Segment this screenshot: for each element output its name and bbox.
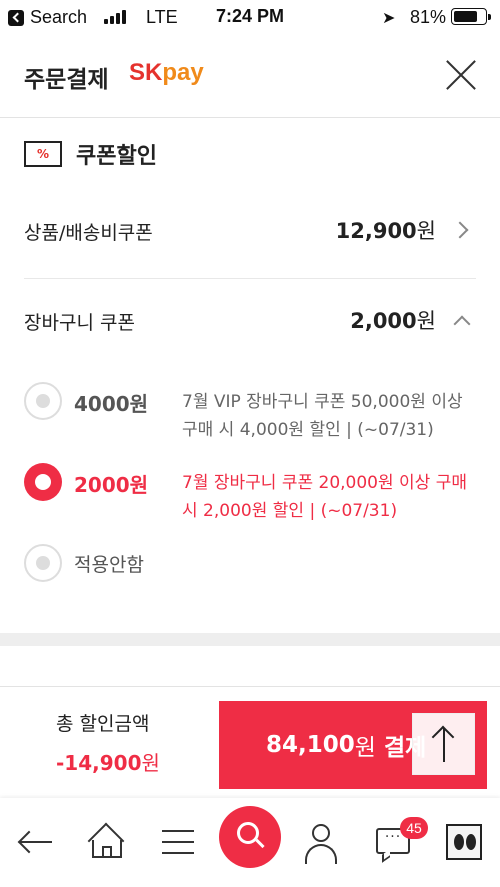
coupon-option-none-label: 적용안함 [74, 554, 144, 576]
product-shipping-coupon-label: 상품/배송비쿠폰 [24, 222, 153, 244]
total-discount-label: 총 할인금액 [56, 713, 150, 735]
payment-bar: 총 할인금액 -14,900원 84,100 원 결제 [0, 686, 500, 798]
coupon-section-title: 쿠폰할인 [76, 144, 157, 169]
battery-icon [451, 8, 491, 25]
radio-button-selected[interactable] [24, 463, 62, 501]
clock: 7:24 PM [216, 6, 285, 26]
chevron-right-icon [451, 221, 469, 239]
total-discount-amount: -14,900원 [56, 751, 160, 775]
section-separator [0, 633, 500, 646]
coupon-percent-icon: % [24, 141, 62, 167]
back-to-app[interactable]: Search [8, 7, 87, 28]
chat-badge: 45 [400, 817, 428, 839]
chevron-up-icon [453, 315, 471, 333]
menu-icon[interactable] [160, 818, 196, 866]
coupon-section-header: % 쿠폰할인 [24, 138, 157, 170]
page-title: 주문결제 [24, 67, 109, 93]
recent-view-thumbnail[interactable] [446, 824, 482, 860]
coupon-option-description: 7월 장바구니 쿠폰 20,000원 이상 구매 시 2,000원 할인 | (… [182, 473, 467, 521]
cart-coupon-label: 장바구니 쿠폰 [24, 312, 135, 334]
cart-coupon-value: 2,000원 [350, 309, 436, 333]
divider [24, 278, 476, 279]
home-icon[interactable] [87, 818, 126, 866]
search-icon[interactable] [219, 806, 281, 868]
coupon-option-none[interactable]: 적용안함 [24, 544, 476, 584]
header: 주문결제 SKpay [0, 34, 500, 118]
location-arrow-icon: ➤ [382, 10, 396, 27]
battery-fill [454, 11, 477, 22]
coupon-option-amount: 2000원 [74, 473, 149, 497]
product-shipping-coupon-row[interactable]: 상품/배송비쿠폰 12,900원 [24, 212, 476, 252]
battery-percent: 81% [410, 7, 447, 27]
back-app-label: Search [30, 7, 88, 27]
profile-icon[interactable] [302, 818, 340, 866]
back-arrow-icon [8, 9, 24, 26]
radio-button[interactable] [24, 544, 62, 582]
network-type: LTE [146, 7, 178, 27]
coupon-option-2000[interactable]: 2000원 7월 장바구니 쿠폰 20,000원 이상 구매 시 2,000원 … [24, 463, 476, 523]
back-arrow-icon[interactable] [16, 818, 56, 866]
coupon-option-description: 7월 VIP 장바구니 쿠폰 50,000원 이상 구매 시 4,000원 할인… [182, 392, 463, 440]
coupon-option-4000[interactable]: 4000원 7월 VIP 장바구니 쿠폰 50,000원 이상 구매 시 4,0… [24, 382, 476, 442]
close-icon[interactable] [444, 58, 478, 92]
radio-button[interactable] [24, 382, 62, 420]
bottom-navigation: ··· [0, 798, 500, 887]
sk-pay-logo: SKpay [129, 59, 204, 86]
product-shipping-coupon-value: 12,900원 [335, 219, 436, 243]
scroll-to-top-button[interactable] [412, 713, 475, 775]
signal-icon [104, 10, 126, 24]
coupon-option-amount: 4000원 [74, 392, 149, 416]
status-bar: Search LTE 7:24 PM ➤ 81% [0, 0, 500, 34]
cart-coupon-row[interactable]: 장바구니 쿠폰 2,000원 [24, 302, 476, 342]
